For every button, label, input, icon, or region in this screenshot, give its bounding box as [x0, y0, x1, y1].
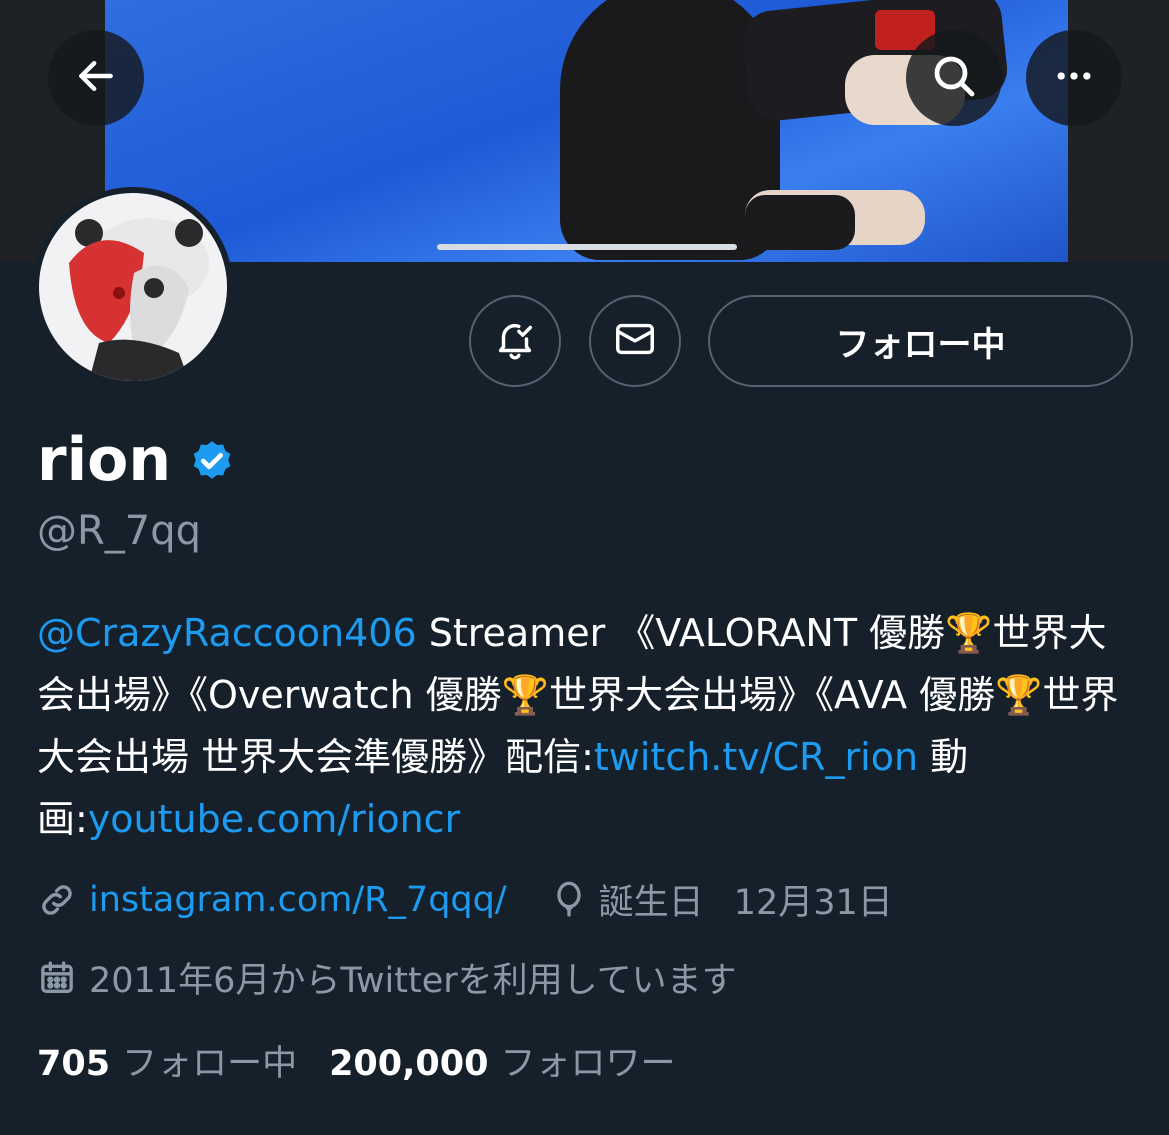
website-link[interactable]: instagram.com/R_7qqq/ — [89, 880, 507, 920]
more-button[interactable] — [1026, 30, 1122, 126]
calendar-icon — [37, 958, 77, 998]
followers-label: フォロワー — [500, 1044, 676, 1084]
followers-stat[interactable]: 200,000 フォロワー — [329, 1035, 675, 1086]
joined-row: 2011年6月からTwitterを利用しています — [37, 952, 737, 1003]
mail-icon — [612, 316, 658, 366]
message-button[interactable] — [589, 295, 681, 387]
back-button[interactable] — [48, 30, 144, 126]
bio-mention-link[interactable]: @CrazyRaccoon406 — [37, 611, 417, 655]
display-name: rion — [37, 425, 172, 495]
profile-meta-row: instagram.com/R_7qqq/ 誕生日 12月31日 — [37, 874, 893, 925]
bio-youtube-link[interactable]: youtube.com/rioncr — [88, 797, 460, 841]
followers-count: 200,000 — [329, 1044, 489, 1084]
profile-bio: @CrazyRaccoon406 Streamer 《VALORANT 優勝🏆世… — [37, 602, 1132, 850]
search-button[interactable] — [906, 30, 1002, 126]
bell-check-icon — [492, 316, 538, 366]
avatar-image — [39, 193, 227, 381]
following-count: 705 — [37, 1044, 111, 1084]
birthday-value: 12月31日 — [733, 883, 893, 923]
following-label: フォロー中 — [122, 1044, 298, 1084]
verified-badge-icon[interactable] — [187, 435, 237, 485]
follow-stats: 705 フォロー中 200,000 フォロワー — [37, 1035, 676, 1086]
birthday-label: 誕生日 — [598, 883, 704, 923]
joined-date: 2011年6月からTwitterを利用しています — [89, 961, 737, 1001]
bio-twitch-link[interactable]: twitch.tv/CR_rion — [594, 735, 918, 779]
more-horizontal-icon — [1052, 54, 1096, 102]
following-button-label: フォロー中 — [835, 324, 1006, 365]
avatar[interactable] — [33, 187, 233, 387]
following-stat[interactable]: 705 フォロー中 — [37, 1035, 297, 1086]
arrow-left-icon — [74, 54, 118, 102]
home-indicator — [437, 244, 737, 250]
profile-handle: @R_7qq — [37, 508, 202, 554]
notify-button[interactable] — [469, 295, 561, 387]
following-button[interactable]: フォロー中 — [708, 295, 1133, 387]
search-icon — [930, 52, 978, 104]
profile-name: rion — [37, 425, 237, 495]
balloon-icon — [549, 880, 589, 920]
link-icon — [37, 880, 77, 920]
